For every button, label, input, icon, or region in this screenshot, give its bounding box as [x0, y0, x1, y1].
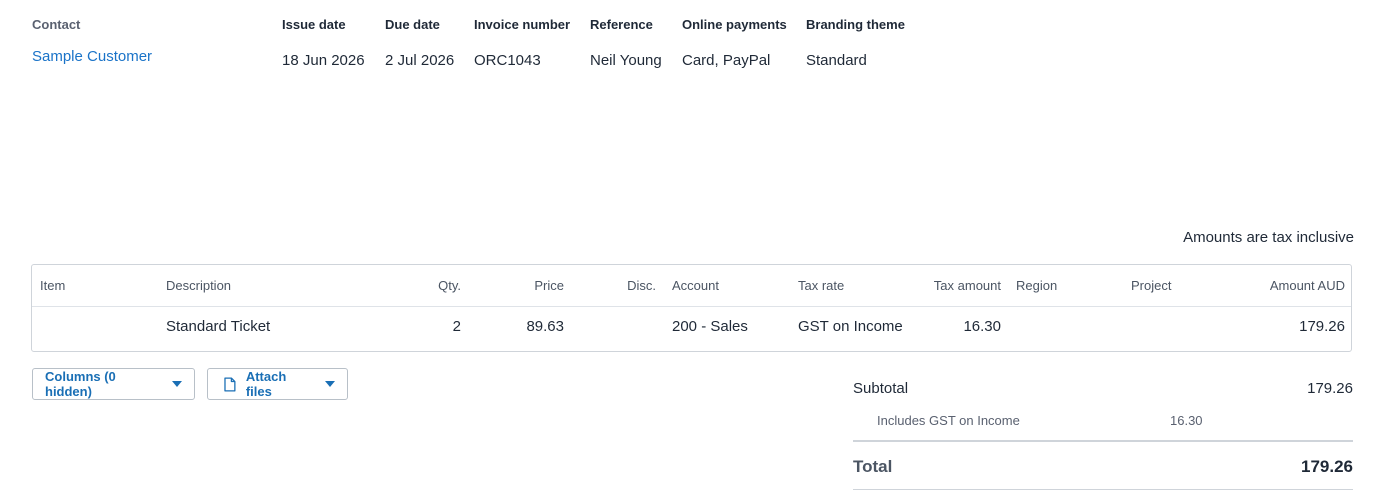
caret-down-icon: [325, 381, 335, 387]
caret-down-icon: [172, 381, 182, 387]
cell-qty[interactable]: 2: [362, 318, 461, 335]
due-date-label: Due date: [385, 17, 440, 32]
columns-button-label: Columns (0 hidden): [45, 369, 116, 399]
branding-theme-label: Branding theme: [806, 17, 905, 32]
line-items-table: Item Description Qty. Price Disc. Accoun…: [31, 264, 1352, 352]
column-header-price: Price: [534, 278, 564, 293]
issue-date-value[interactable]: 18 Jun 2026: [282, 52, 365, 69]
tax-inclusive-note[interactable]: Amounts are tax inclusive: [1183, 229, 1354, 246]
cell-description[interactable]: Standard Ticket: [166, 318, 270, 335]
file-icon: [224, 376, 236, 392]
column-header-account: Account: [672, 278, 719, 293]
subtotal-label: Subtotal: [853, 380, 909, 397]
cell-tax-amount[interactable]: 16.30: [912, 318, 1001, 335]
cell-account[interactable]: 200 - Sales: [672, 318, 748, 335]
column-header-region: Region: [1016, 278, 1058, 293]
column-header-qty: Qty.: [438, 278, 461, 293]
gst-label: Includes GST on Income: [877, 413, 1020, 428]
cell-price[interactable]: 89.63: [472, 318, 564, 335]
reference-value[interactable]: Neil Young: [590, 52, 662, 69]
contact-label: Contact: [32, 17, 81, 32]
attach-files-label: Attach files: [245, 369, 287, 399]
branding-theme-value[interactable]: Standard: [806, 52, 867, 69]
columns-button[interactable]: Columns (0 hidden): [32, 368, 195, 400]
due-date-value[interactable]: 2 Jul 2026: [385, 52, 454, 69]
invoice-number-label: Invoice number: [474, 17, 571, 32]
gst-value: 16.30: [1170, 413, 1203, 428]
cell-tax-rate[interactable]: GST on Income: [798, 318, 903, 335]
online-payments-value[interactable]: Card, PayPal: [682, 52, 770, 69]
column-header-tax-rate: Tax rate: [798, 278, 845, 293]
attach-files-button[interactable]: Attach files: [207, 368, 348, 400]
summary-divider: [853, 440, 1353, 442]
column-header-tax-amount: Tax amount: [933, 278, 1001, 293]
invoice-number-value[interactable]: ORC1043: [474, 52, 541, 69]
column-header-amount: Amount AUD: [1269, 278, 1345, 293]
summary-divider: [853, 489, 1353, 490]
issue-date-label: Issue date: [282, 17, 346, 32]
reference-label: Reference: [590, 17, 653, 32]
cell-amount[interactable]: 179.26: [1212, 318, 1345, 335]
column-header-item: Item: [40, 278, 66, 293]
total-value: 179.26: [1301, 457, 1353, 476]
contact-link[interactable]: Sample Customer: [32, 48, 152, 65]
subtotal-value: 179.26: [1307, 380, 1353, 397]
column-header-disc: Disc.: [627, 278, 656, 293]
online-payments-label: Online payments: [682, 17, 787, 32]
column-header-description: Description: [166, 278, 232, 293]
column-header-project: Project: [1131, 278, 1172, 293]
total-label: Total: [853, 457, 893, 476]
table-header: Item Description Qty. Price Disc. Accoun…: [32, 265, 1351, 307]
